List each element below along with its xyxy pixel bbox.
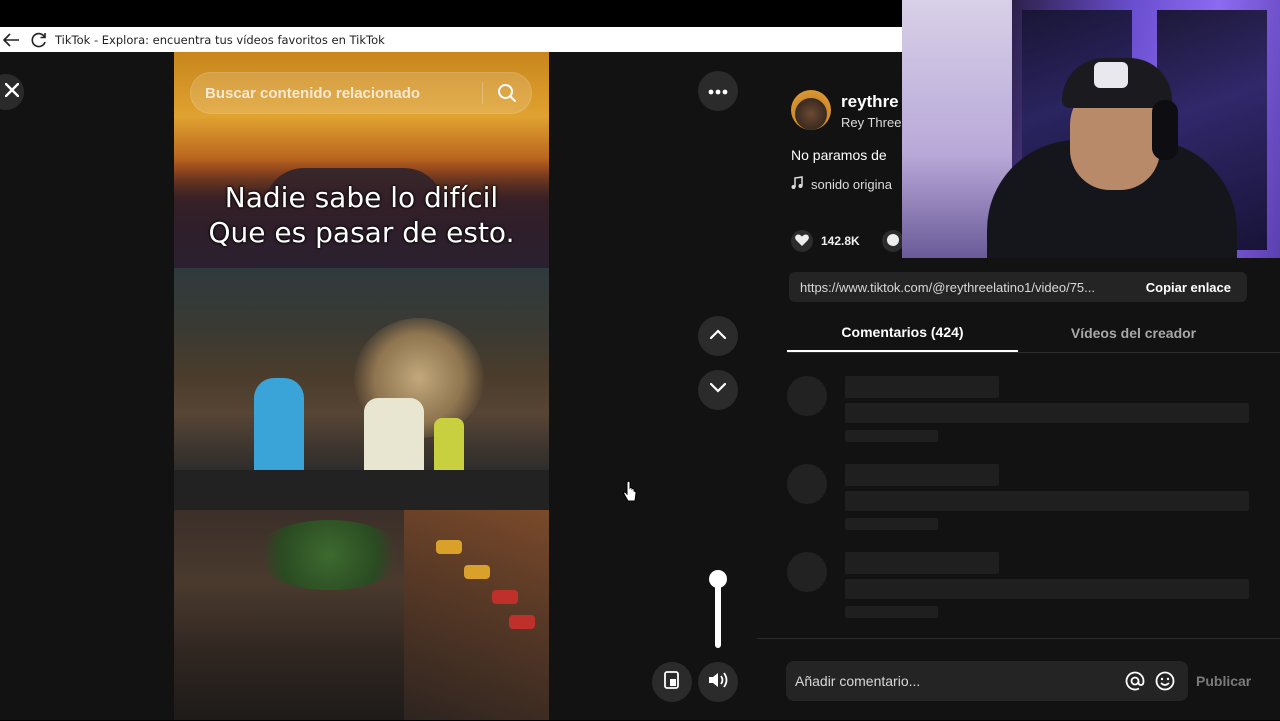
comment-skeleton — [787, 376, 1257, 456]
video-caption: Nadie sabe lo difícil Que es pasar de es… — [174, 180, 549, 250]
video-player[interactable]: Nadie sabe lo difícil Que es pasar de es… — [174, 52, 549, 720]
mini-player-icon — [663, 670, 681, 695]
cap-logo — [1094, 62, 1128, 88]
creator-username[interactable]: reythre — [841, 92, 899, 112]
more-options-button[interactable] — [698, 71, 738, 111]
volume-button[interactable] — [698, 662, 738, 702]
publish-button[interactable]: Publicar — [1196, 673, 1251, 689]
related-search-input[interactable] — [191, 83, 482, 103]
chevron-up-icon — [709, 327, 727, 345]
browser-title-bar: TikTok - Explora: encuentra tus vídeos f… — [0, 27, 902, 52]
more-icon — [708, 82, 728, 100]
close-icon — [4, 82, 20, 102]
tab-comments[interactable]: Comentarios (424) — [787, 314, 1018, 352]
post-actions: 142.8K — [791, 230, 904, 252]
mini-player-button[interactable] — [652, 662, 692, 702]
comment-composer: Publicar — [757, 638, 1280, 721]
headset — [1152, 100, 1178, 160]
heart-icon — [794, 233, 810, 250]
at-icon[interactable] — [1120, 666, 1150, 696]
volume-icon — [707, 671, 729, 694]
post-description: No paramos de — [791, 147, 887, 163]
comment-count-button[interactable] — [881, 230, 904, 252]
related-search-bar[interactable] — [190, 72, 532, 114]
webcam-overlay — [902, 0, 1280, 258]
music-note-icon — [791, 176, 803, 193]
creator-nickname[interactable]: Rey Three — [841, 115, 901, 130]
copy-link-button[interactable]: Copiar enlace — [1136, 280, 1247, 295]
previous-video-button[interactable] — [698, 316, 738, 356]
volume-slider-track[interactable] — [715, 578, 721, 648]
sound-label: sonido origina — [811, 177, 892, 192]
refresh-icon[interactable] — [29, 30, 49, 50]
tab-creator-videos[interactable]: Vídeos del creador — [1018, 314, 1249, 352]
back-arrow-icon[interactable] — [1, 30, 21, 50]
video-frame-street — [174, 510, 549, 720]
like-button[interactable] — [791, 230, 813, 252]
video-frame-performance — [174, 268, 549, 510]
share-link-url[interactable]: https://www.tiktok.com/@reythreelatino1/… — [789, 280, 1136, 295]
chevron-down-icon — [709, 381, 727, 399]
post-sound[interactable]: sonido origina — [791, 176, 892, 193]
share-link-box: https://www.tiktok.com/@reythreelatino1/… — [789, 272, 1247, 302]
emoji-icon[interactable] — [1150, 666, 1180, 696]
search-icon[interactable] — [483, 83, 531, 103]
comment-input-box[interactable] — [786, 661, 1188, 701]
creator-avatar[interactable] — [791, 90, 831, 130]
comment-input[interactable] — [786, 672, 1120, 690]
close-button[interactable] — [0, 74, 24, 110]
next-video-button[interactable] — [698, 370, 738, 410]
caption-line-1: Nadie sabe lo difícil — [224, 181, 499, 214]
browser-title: TikTok - Explora: encuentra tus vídeos f… — [55, 32, 385, 47]
volume-slider-thumb[interactable] — [709, 570, 727, 588]
comment-skeleton — [787, 464, 1257, 544]
comment-bubble-icon — [886, 233, 900, 250]
panel-tabs: Comentarios (424) Vídeos del creador — [787, 314, 1280, 353]
mouse-cursor-icon — [622, 480, 638, 509]
like-count: 142.8K — [821, 234, 860, 248]
video-area: Nadie sabe lo difícil Que es pasar de es… — [0, 52, 757, 720]
caption-line-2: Que es pasar de esto. — [208, 216, 515, 249]
comment-skeleton — [787, 552, 1257, 632]
